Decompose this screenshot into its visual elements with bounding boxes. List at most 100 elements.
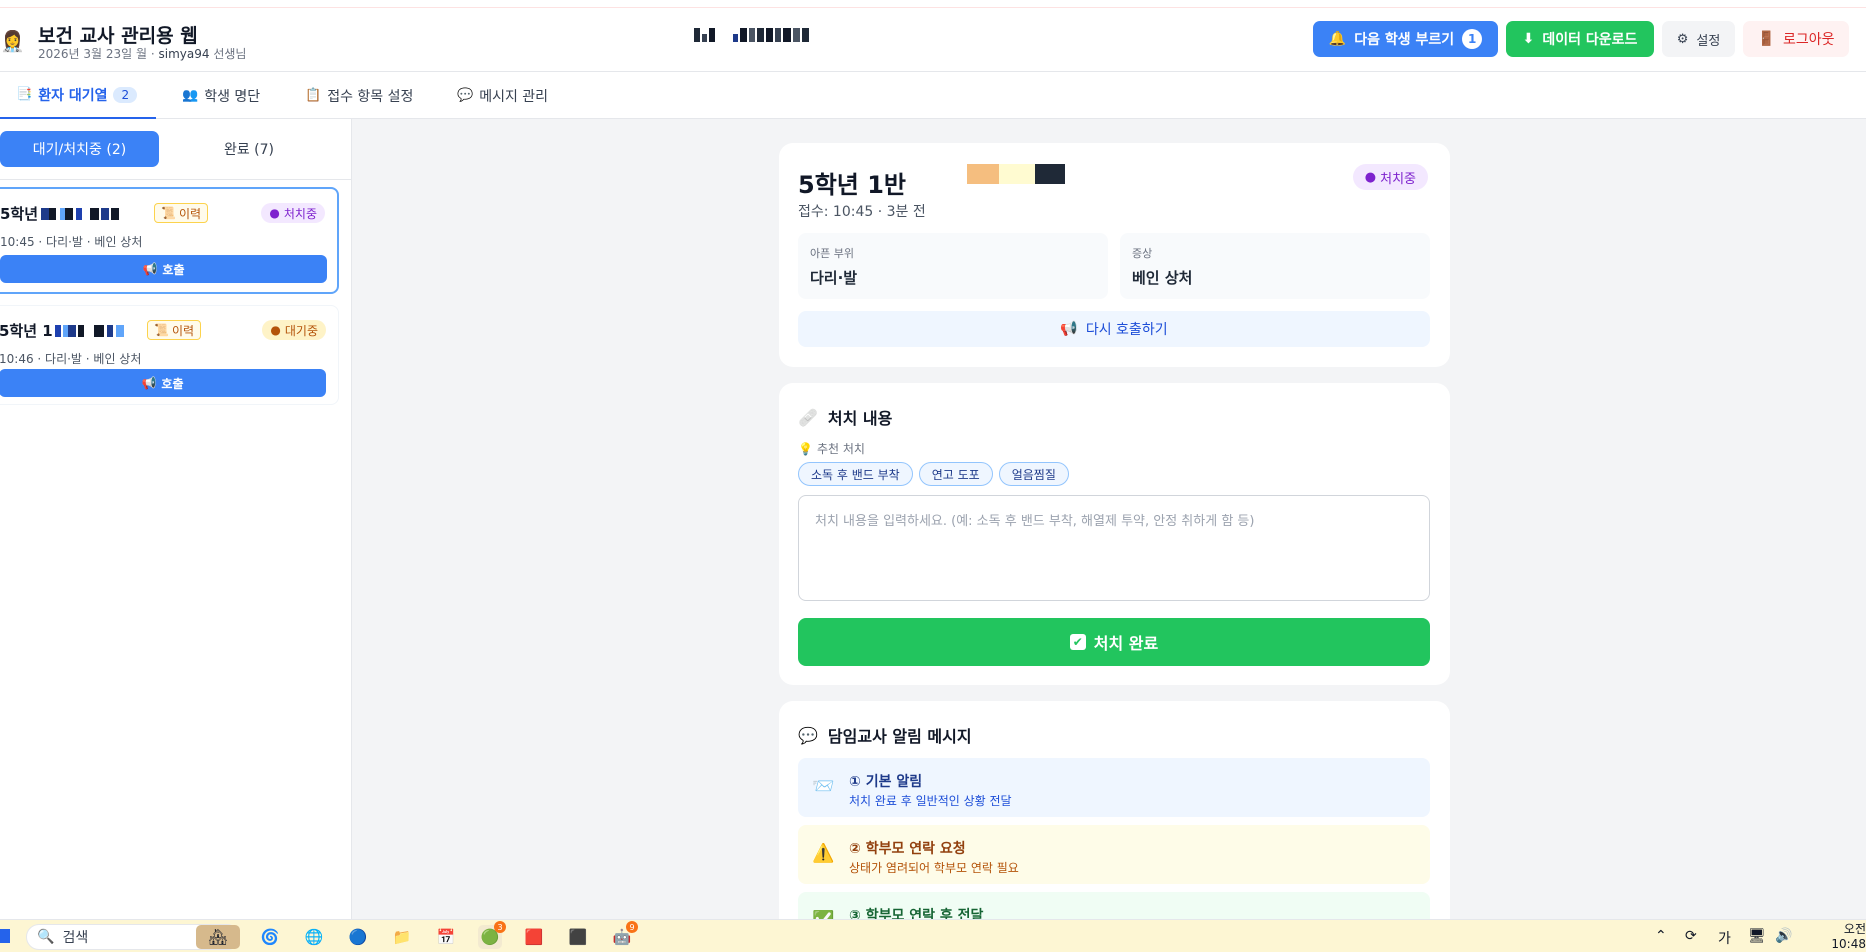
received-time: 접수: 10:45 · 3분 전: [798, 204, 926, 220]
bandage-icon: 🩹: [798, 407, 818, 427]
treatment-panel: 🩹 처치 내용 💡 추천 처치 소독 후 밴드 부착 연고 도포 얼음찜질 ✔ …: [779, 383, 1450, 685]
history-label: 이력: [171, 323, 195, 338]
chrome-icon[interactable]: 🔵: [346, 925, 370, 949]
patient-detail-panel: 5학년 1반 ● 처치중 접수: 10:45 · 3분 전 아픈 부위 다리·발…: [779, 143, 1450, 367]
megaphone-icon: 📢: [142, 262, 158, 276]
history-tag[interactable]: 📜 이력: [154, 203, 209, 223]
call-label: 호출: [161, 376, 184, 391]
queue-sidebar: 대기/처치중 (2) 완료 (7) 5학년 📜 이력 ● 처치중 10:45 ·…: [0, 119, 352, 919]
queue-card[interactable]: 5학년 📜 이력 ● 처치중 10:45 · 다리·발 · 베인 상처 📢 호출: [0, 187, 339, 294]
message-option-parent-request[interactable]: ⚠️ ② 학부모 연락 요청 상태가 염려되어 학부모 연락 필요: [798, 825, 1430, 884]
treatment-complete-button[interactable]: ✔ 처치 완료: [798, 618, 1430, 666]
tray-sync-icon[interactable]: ⟳: [1685, 928, 1697, 944]
edge-browser-icon[interactable]: 🌐: [302, 925, 326, 949]
recommend-chip[interactable]: 소독 후 밴드 부착: [798, 462, 913, 486]
news-widget-icon[interactable]: 🏘: [196, 925, 240, 949]
tab-student-roster[interactable]: 👥 학생 명단: [182, 72, 260, 119]
megaphone-icon: 📢: [1060, 321, 1078, 337]
ime-indicator[interactable]: 가: [1718, 928, 1731, 948]
bell-icon: 🔔: [1328, 31, 1347, 47]
status-dot-icon: ●: [270, 323, 281, 337]
people-icon: 👥: [182, 88, 199, 103]
file-explorer-icon[interactable]: 📁: [390, 925, 414, 949]
redacted-student-name: [967, 164, 1065, 184]
clock-time: 오전 10:48: [1831, 922, 1866, 951]
header-user: simya94: [158, 47, 210, 61]
treatment-title-text: 처치 내용: [827, 409, 893, 428]
megaphone-icon: 📢: [141, 376, 157, 390]
copilot-icon[interactable]: 🌀: [258, 925, 282, 949]
tab-label: 학생 명단: [204, 88, 261, 105]
scroll-icon: 📜: [154, 323, 169, 337]
calendar-app-icon[interactable]: 📅: [434, 925, 458, 949]
taskbar-clock[interactable]: 오전 10:48 2026-03-23: [1808, 922, 1866, 952]
symptom-box: 증상 베인 상처: [1120, 233, 1430, 299]
main-tabs: 📑 환자 대기열 2 👥 학생 명단 📋 접수 항목 설정 💬 메시지 관리: [0, 72, 1866, 119]
status-text: 대기중: [284, 323, 318, 338]
history-tag[interactable]: 📜 이력: [147, 320, 202, 340]
chrome-profile-icon[interactable]: 🟢 3: [478, 921, 506, 949]
status-dot-icon: ●: [269, 206, 280, 220]
student-grade: 5학년 1: [0, 322, 53, 340]
segment-done[interactable]: 완료 (7): [167, 131, 331, 167]
status-dot-icon: ●: [1364, 169, 1377, 185]
tab-message-management[interactable]: 💬 메시지 관리: [457, 72, 548, 119]
call-button[interactable]: 📢 호출: [0, 255, 327, 283]
status-badge: ● 처치중: [261, 203, 325, 223]
ai-app-icon[interactable]: 🤖 9: [610, 921, 638, 949]
message-option-title: ① 기본 알림: [849, 774, 923, 790]
tab-count-badge: 2: [113, 86, 138, 103]
message-option-desc: 상태가 염려되어 학부모 연락 필요: [849, 861, 1019, 875]
download-data-button[interactable]: ⬇ 데이터 다운로드: [1506, 21, 1654, 57]
volume-icon[interactable]: 🔊: [1775, 928, 1792, 944]
symptom-value: 베인 상처: [1132, 269, 1193, 287]
status-text: 처치중: [283, 206, 317, 221]
recommend-chip[interactable]: 연고 도포: [918, 462, 993, 486]
treatment-input[interactable]: [798, 495, 1430, 601]
speech-bubble-icon: 💬: [457, 88, 474, 103]
app-header: 👩‍⚕️ 보건 교사 관리용 웹 2026년 3월 23일 월 · simya9…: [0, 8, 1866, 72]
queue-icon: 📑: [16, 87, 33, 102]
message-option-title: ② 학부모 연락 요청: [849, 841, 966, 857]
patient-status-badge: ● 처치중: [1352, 164, 1428, 190]
network-icon[interactable]: 🖥: [1748, 928, 1766, 944]
terminal-app-icon[interactable]: ⬛: [566, 925, 590, 949]
symptom-label: 증상: [1132, 247, 1153, 260]
status-text: 처치중: [1380, 171, 1416, 187]
segment-waiting[interactable]: 대기/처치중 (2): [0, 131, 159, 167]
settings-button[interactable]: ⚙ 설정: [1662, 21, 1735, 57]
tab-patient-queue[interactable]: 📑 환자 대기열 2: [0, 72, 156, 119]
logout-label: 로그아웃: [1782, 32, 1835, 48]
pain-area-box: 아픈 부위 다리·발: [798, 233, 1108, 299]
recall-button[interactable]: 📢 다시 호출하기: [798, 311, 1430, 347]
nurse-logo-icon: 👩‍⚕️: [0, 29, 25, 53]
envelope-icon: 📨: [812, 776, 835, 797]
red-app-icon[interactable]: 🟥: [522, 925, 546, 949]
checkbox-icon: ✔: [1069, 634, 1086, 650]
windows-start-icon[interactable]: [0, 929, 10, 943]
message-option-basic[interactable]: 📨 ① 기본 알림 처치 완료 후 일반적인 상황 전달: [798, 758, 1430, 817]
tab-intake-settings[interactable]: 📋 접수 항목 설정: [305, 72, 413, 119]
settings-label: 설정: [1696, 33, 1721, 49]
call-next-student-button[interactable]: 🔔 다음 학생 부르기 1: [1313, 21, 1498, 57]
card-info: 10:45 · 다리·발 · 베인 상처: [0, 235, 143, 249]
recommend-chip[interactable]: 얼음찜질: [998, 462, 1069, 486]
treatment-title: 🩹 처치 내용: [798, 405, 892, 429]
header-date: 2026년 3월 23일 월 ·: [38, 47, 159, 61]
student-grade: 5학년: [0, 205, 39, 223]
door-icon: 🚪: [1757, 31, 1775, 47]
header-user-suffix: 선생님: [209, 47, 247, 61]
logout-button[interactable]: 🚪 로그아웃: [1743, 21, 1849, 57]
top-accent-line: [0, 0, 1866, 8]
app-title: 보건 교사 관리용 웹: [38, 25, 198, 47]
call-button[interactable]: 📢 호출: [0, 369, 326, 397]
call-next-count-badge: 1: [1462, 29, 1483, 49]
queue-card[interactable]: 5학년 1 📜 이력 ● 대기중 10:46 · 다리·발 · 베인 상처 📢 …: [0, 305, 339, 405]
app-subtitle: 2026년 3월 23일 월 · simya94 선생님: [38, 45, 246, 62]
tray-chevron-icon[interactable]: ⌃: [1655, 928, 1667, 944]
call-label: 호출: [162, 262, 185, 277]
history-label: 이력: [178, 206, 202, 221]
search-label: 검색: [62, 930, 89, 946]
tab-label: 메시지 관리: [479, 88, 549, 105]
speech-bubble-icon: 💬: [798, 725, 818, 745]
